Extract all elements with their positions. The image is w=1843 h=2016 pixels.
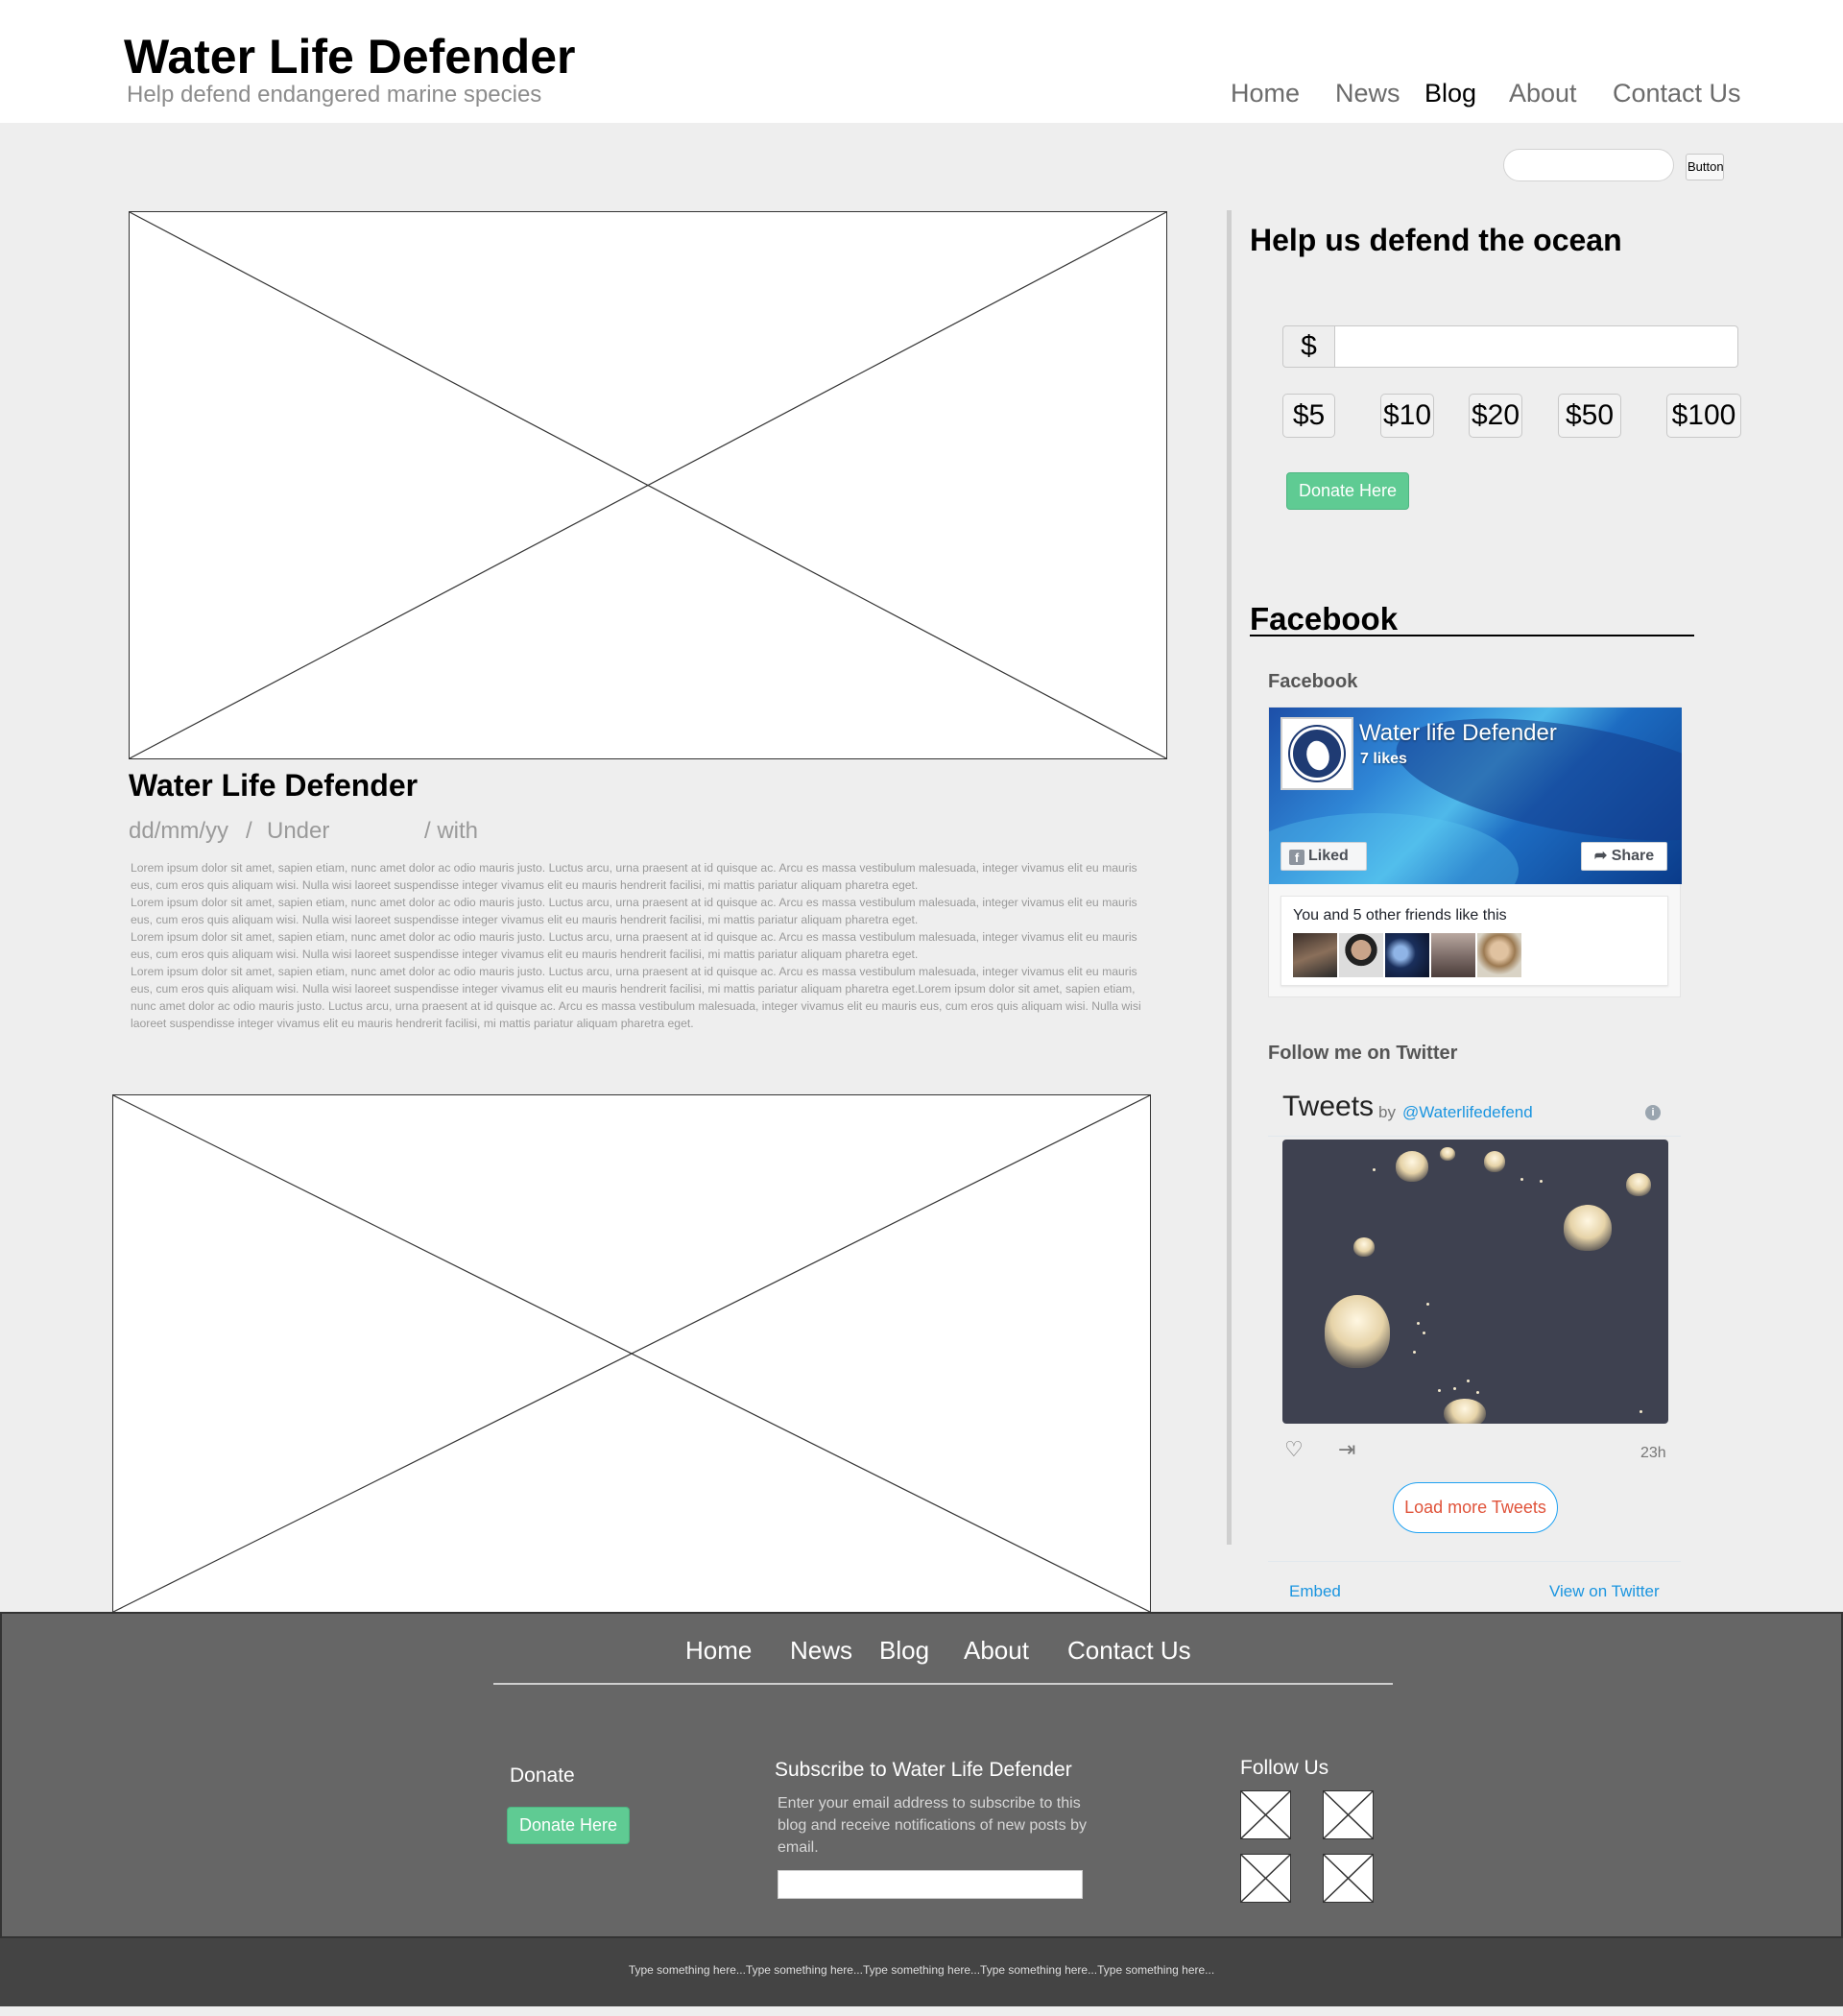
load-more-tweets-button[interactable]: Load more Tweets <box>1393 1482 1558 1533</box>
donate-heading: Help us defend the ocean <box>1250 223 1622 257</box>
share-arrow-icon: ➦ <box>1593 848 1612 864</box>
footer-nav-divider <box>493 1683 1393 1685</box>
post-paragraph: Lorem ipsum dolor sit amet, sapien etiam… <box>131 965 1141 1030</box>
facebook-share-button[interactable]: ➦ Share <box>1581 842 1667 871</box>
post-paragraph: Lorem ipsum dolor sit amet, sapien etiam… <box>131 930 1137 961</box>
search-input[interactable] <box>1503 149 1674 181</box>
social-icon-placeholder[interactable] <box>1240 1790 1291 1839</box>
facebook-friends-box: You and 5 other friends like this <box>1281 896 1668 986</box>
currency-addon: $ <box>1282 325 1335 368</box>
tweet-timestamp[interactable]: 23h <box>1640 1445 1666 1462</box>
footer-donate-heading: Donate <box>510 1764 575 1787</box>
friend-avatar[interactable] <box>1293 933 1337 977</box>
subscribe-email-field[interactable] <box>778 1870 1083 1899</box>
amount-100-button[interactable]: $100 <box>1666 394 1741 438</box>
site-title[interactable]: Water Life Defender <box>124 29 575 84</box>
tweet-media-jellyfish-image[interactable] <box>1282 1140 1668 1424</box>
view-on-twitter-link[interactable]: View on Twitter <box>1549 1582 1660 1601</box>
post-paragraph: Lorem ipsum dolor sit amet, sapien etiam… <box>131 861 1137 892</box>
facebook-heading-underline <box>1250 635 1694 636</box>
amount-50-button[interactable]: $50 <box>1558 394 1621 438</box>
facebook-heading: Facebook <box>1250 601 1399 636</box>
footer-nav-home[interactable]: Home <box>685 1636 752 1666</box>
nav-blog[interactable]: Blog <box>1424 79 1476 108</box>
share-label: Share <box>1611 848 1655 864</box>
post-title[interactable]: Water Life Defender <box>129 768 418 804</box>
footer-bottom-text: Type something here...Type something her… <box>628 1963 1215 1977</box>
footer-donate-button[interactable]: Donate Here <box>507 1807 630 1844</box>
facebook-page-name[interactable]: Water life Defender <box>1359 720 1557 747</box>
tweets-by-label: by <box>1378 1103 1396 1121</box>
friend-avatar[interactable] <box>1385 933 1429 977</box>
post-author[interactable]: / with <box>424 818 478 845</box>
amount-5-button[interactable]: $5 <box>1282 394 1335 438</box>
nav-contact-us[interactable]: Contact Us <box>1613 79 1741 108</box>
twitter-separator <box>1268 1561 1681 1562</box>
friend-avatar[interactable] <box>1477 933 1521 977</box>
friend-avatar[interactable] <box>1339 933 1383 977</box>
facebook-page-widget: Water life Defender 7 likes f Liked ➦ Sha… <box>1268 707 1682 997</box>
search-button[interactable]: Button <box>1686 154 1724 180</box>
facebook-likes-count: 7 likes <box>1360 751 1407 767</box>
post-date: dd/mm/yy <box>129 818 229 844</box>
post-category[interactable]: Under <box>267 818 329 845</box>
post-body: Lorem ipsum dolor sit amet, sapien etiam… <box>131 859 1162 1032</box>
nav-about[interactable]: About <box>1509 79 1577 108</box>
amount-20-button[interactable]: $20 <box>1469 394 1522 438</box>
footer-nav-about[interactable]: About <box>964 1636 1029 1666</box>
page-logo-icon[interactable] <box>1281 717 1353 790</box>
follow-us-heading: Follow Us <box>1240 1757 1329 1779</box>
facebook-subheading: Facebook <box>1268 671 1358 692</box>
twitter-subheading: Follow me on Twitter <box>1268 1043 1458 1064</box>
amount-10-button[interactable]: $10 <box>1380 394 1434 438</box>
post-image-placeholder <box>129 211 1167 759</box>
facebook-friends-text: You and 5 other friends like this <box>1293 907 1507 924</box>
twitter-separator <box>1268 1136 1681 1137</box>
post-paragraph: Lorem ipsum dolor sit amet, sapien etiam… <box>131 896 1137 926</box>
site-tagline: Help defend endangered marine species <box>127 82 542 108</box>
facebook-cover-image[interactable]: Water life Defender 7 likes f Liked ➦ Sha… <box>1269 708 1682 884</box>
liked-label: Liked <box>1308 848 1349 864</box>
like-heart-icon[interactable]: ♡ <box>1284 1437 1304 1462</box>
subscribe-heading: Subscribe to Water Life Defender <box>775 1759 1072 1781</box>
share-icon[interactable]: ⇥ <box>1338 1437 1355 1462</box>
nav-home[interactable]: Home <box>1231 79 1300 108</box>
nav-news[interactable]: News <box>1335 79 1400 108</box>
footer-nav-blog[interactable]: Blog <box>879 1636 929 1666</box>
tweets-title: Tweets <box>1282 1091 1375 1122</box>
embed-link[interactable]: Embed <box>1289 1582 1341 1601</box>
info-icon[interactable]: i <box>1645 1105 1661 1120</box>
footer-nav-news[interactable]: News <box>790 1636 852 1666</box>
subscribe-description: Enter your email address to subscribe to… <box>778 1795 1087 1856</box>
social-icon-placeholder[interactable] <box>1323 1854 1374 1903</box>
donation-amount-input[interactable] <box>1334 325 1738 368</box>
friend-avatar[interactable] <box>1431 933 1475 977</box>
post-image-placeholder <box>112 1094 1151 1613</box>
post-meta-separator: / <box>246 818 252 844</box>
footer-nav-contact-us[interactable]: Contact Us <box>1067 1636 1191 1666</box>
social-icon-placeholder[interactable] <box>1240 1854 1291 1903</box>
facebook-f-icon: f <box>1289 850 1304 865</box>
sidebar-divider <box>1227 210 1232 1545</box>
facebook-liked-button[interactable]: f Liked <box>1281 842 1367 871</box>
social-icon-placeholder[interactable] <box>1323 1790 1374 1839</box>
twitter-handle-link[interactable]: @Waterlifedefend <box>1402 1103 1533 1122</box>
donate-button[interactable]: Donate Here <box>1286 472 1409 510</box>
